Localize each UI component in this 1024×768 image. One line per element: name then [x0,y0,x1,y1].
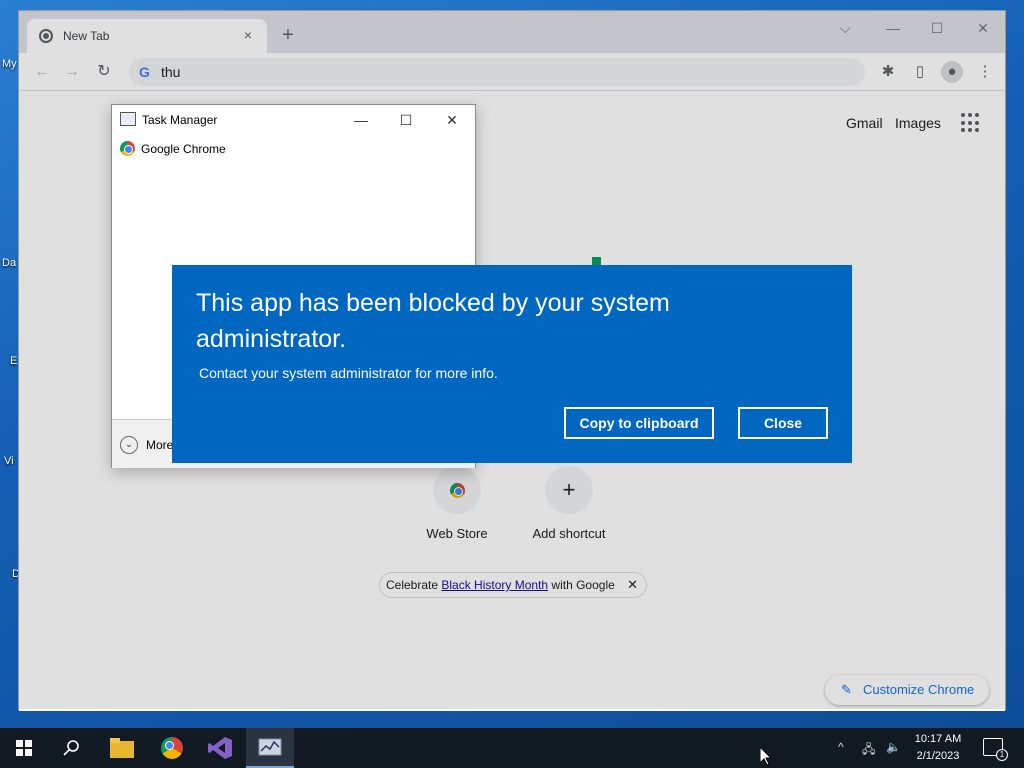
desktop-icon-label[interactable]: Vi [4,455,14,467]
desktop-icon-label[interactable]: E [10,355,17,367]
visual-studio-icon[interactable] [196,728,244,768]
task-manager-icon [120,112,136,126]
close-button[interactable]: Close [738,407,828,439]
more-details-link[interactable]: More [146,438,173,452]
clock-time: 10:17 AM [914,733,962,745]
volume-icon[interactable]: 🔈 [886,740,901,754]
app-blocked-dialog: This app has been blocked by your system… [172,265,852,463]
process-row[interactable]: Google Chrome [120,141,226,156]
tm-maximize-button[interactable]: ☐ [391,109,421,131]
tm-close-button[interactable]: ✕ [437,109,467,131]
copy-to-clipboard-button[interactable]: Copy to clipboard [564,407,714,439]
chevron-down-icon[interactable]: ⌄ [120,436,138,454]
file-explorer-icon[interactable] [98,728,146,768]
chrome-icon [120,141,135,156]
search-icon[interactable] [48,728,96,768]
mouse-cursor-icon [760,747,772,766]
start-icon[interactable] [0,728,48,768]
system-clock[interactable]: 10:17 AM 2/1/2023 [908,731,968,765]
notification-icon[interactable]: 1 [983,738,1008,761]
clock-date: 2/1/2023 [916,750,960,762]
dialog-title: This app has been blocked by your system… [196,289,670,353]
tm-minimize-button[interactable]: — [346,109,376,131]
desktop-icon-label[interactable]: My [2,58,17,70]
task-manager-icon[interactable] [246,728,294,768]
chrome-icon[interactable] [148,728,196,768]
tray-chevron-icon[interactable]: ^ [838,740,844,754]
dialog-message: Contact your system administrator for mo… [199,365,498,381]
process-name: Google Chrome [141,142,226,156]
desktop-icon-label[interactable]: Da [2,257,16,269]
notification-badge: 1 [996,749,1008,761]
network-icon[interactable]: 🖧 [862,740,875,761]
task-manager-title: Task Manager [142,113,218,127]
taskbar: ^ 🖧 🔈 10:17 AM 2/1/2023 1 [0,728,1024,768]
